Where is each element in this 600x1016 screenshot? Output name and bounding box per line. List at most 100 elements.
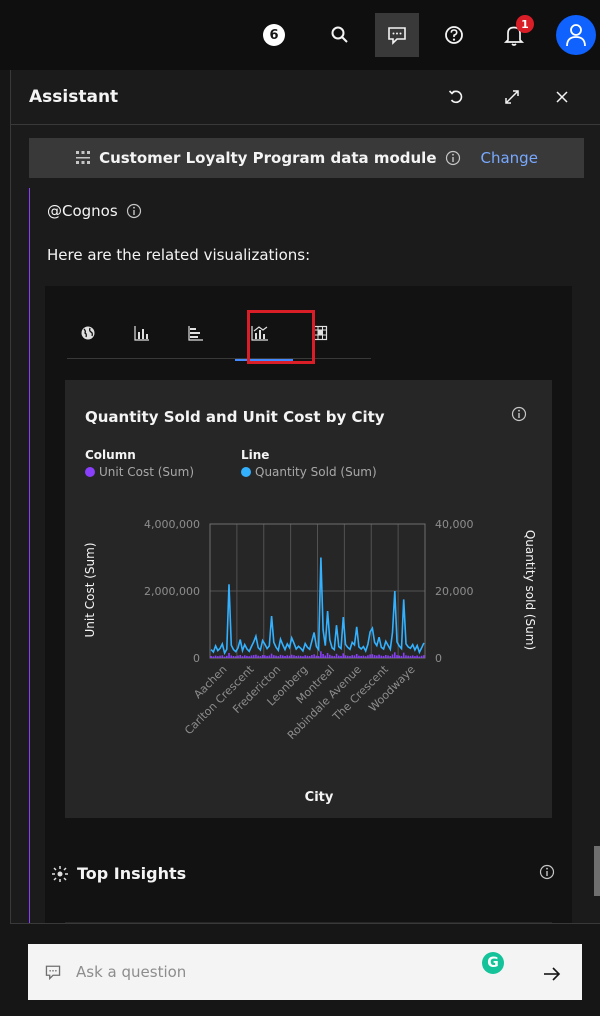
insights-title: Top Insights xyxy=(77,864,187,883)
bar-unit-cost xyxy=(219,655,221,658)
y-tick-label: 0 xyxy=(193,652,200,665)
bar-unit-cost xyxy=(340,655,342,658)
bar-unit-cost xyxy=(324,655,327,658)
reset-button[interactable] xyxy=(443,84,469,110)
bar-unit-cost xyxy=(214,655,217,658)
visualization-card: Quantity Sold and Unit Cost by City Colu… xyxy=(45,286,572,1016)
help-icon xyxy=(445,26,463,44)
assistant-button[interactable] xyxy=(375,13,419,57)
bar-unit-cost xyxy=(342,653,345,658)
send-button[interactable] xyxy=(538,960,566,988)
y2-tick-label: 20,000 xyxy=(435,585,474,598)
bar-unit-cost xyxy=(414,656,416,658)
bar-unit-cost xyxy=(313,654,315,658)
y-tick-label: 2,000,000 xyxy=(144,585,200,598)
bar-unit-cost xyxy=(223,656,226,658)
bar-unit-cost xyxy=(423,655,425,658)
bar-unit-cost xyxy=(393,652,396,658)
x-axis-label: City xyxy=(305,790,334,805)
bar-unit-cost xyxy=(302,656,304,658)
notification-count-button[interactable]: 6 xyxy=(252,13,296,57)
data-module-icon xyxy=(76,151,91,164)
bar-unit-cost xyxy=(385,654,387,658)
bar-unit-cost xyxy=(320,651,322,658)
globe-icon xyxy=(81,326,95,340)
user-icon xyxy=(566,24,586,47)
bar-unit-cost xyxy=(290,654,293,658)
tab-map[interactable] xyxy=(73,318,103,348)
bar-unit-cost xyxy=(387,655,389,658)
bar-unit-cost xyxy=(248,656,250,658)
bar-unit-cost xyxy=(360,655,362,658)
bar-unit-cost xyxy=(371,654,374,658)
bar-unit-cost xyxy=(416,655,418,658)
y-tick-label: 4,000,000 xyxy=(144,518,200,531)
info-icon[interactable] xyxy=(126,203,142,219)
column-chart-icon xyxy=(134,326,149,341)
question-input[interactable] xyxy=(74,962,438,982)
bar-unit-cost xyxy=(349,655,351,658)
bar-unit-cost xyxy=(380,655,383,658)
bar-unit-cost xyxy=(241,656,244,658)
bar-unit-cost xyxy=(317,656,320,658)
sender-name: @Cognos xyxy=(47,202,118,220)
bar-unit-cost xyxy=(322,653,324,658)
notifications-button[interactable]: 1 xyxy=(492,13,536,57)
grammarly-icon[interactable]: G xyxy=(482,952,504,974)
bar-unit-cost xyxy=(232,655,235,658)
close-button[interactable] xyxy=(549,84,575,110)
panel-scrollbar[interactable] xyxy=(594,846,600,896)
close-icon xyxy=(556,91,568,103)
bar-unit-cost xyxy=(382,655,385,658)
panel-title: Assistant xyxy=(29,87,119,107)
expand-button[interactable] xyxy=(499,84,525,110)
tab-column-chart[interactable] xyxy=(127,318,157,348)
bar-unit-cost xyxy=(346,655,349,658)
bar-unit-cost xyxy=(367,655,369,658)
bar-unit-cost xyxy=(418,656,421,658)
data-module-banner: Customer Loyalty Program data module Cha… xyxy=(29,138,584,178)
bar-unit-cost xyxy=(217,656,219,658)
bar-unit-cost xyxy=(239,654,242,658)
bar-unit-cost xyxy=(228,652,230,658)
selected-tab-highlight xyxy=(247,310,315,364)
bar-unit-cost xyxy=(268,655,271,658)
bar-unit-cost xyxy=(344,655,347,658)
tab-bar-chart[interactable] xyxy=(181,318,211,348)
bar-unit-cost xyxy=(264,655,266,658)
bar-unit-cost xyxy=(405,655,407,658)
bar-unit-cost xyxy=(378,654,380,658)
info-icon[interactable] xyxy=(539,864,555,880)
question-footer: G xyxy=(10,923,600,1016)
visualization-tabs xyxy=(67,312,371,361)
chat-icon xyxy=(45,965,61,981)
bar-unit-cost xyxy=(308,655,311,658)
bar-unit-cost xyxy=(221,655,224,658)
bar-unit-cost xyxy=(252,655,255,658)
bar-unit-cost xyxy=(409,655,412,658)
panel-header: Assistant xyxy=(11,70,600,125)
bar-unit-cost xyxy=(243,655,246,658)
data-module-name: Customer Loyalty Program data module xyxy=(99,149,437,167)
bar-unit-cost xyxy=(351,655,353,658)
notification-badge: 1 xyxy=(516,15,534,33)
user-avatar[interactable] xyxy=(556,15,596,55)
bar-unit-cost xyxy=(237,655,239,658)
bar-unit-cost xyxy=(315,655,318,658)
arrow-right-icon xyxy=(544,967,561,981)
chat-icon xyxy=(388,27,406,45)
bar-unit-cost xyxy=(407,655,409,658)
search-button[interactable] xyxy=(318,13,362,57)
info-icon[interactable] xyxy=(445,150,461,166)
help-button[interactable] xyxy=(432,13,476,57)
bar-unit-cost xyxy=(329,654,331,658)
bar-unit-cost xyxy=(411,655,414,658)
change-module-link[interactable]: Change xyxy=(481,149,538,167)
bar-unit-cost xyxy=(266,655,268,658)
bar-unit-cost xyxy=(212,656,215,658)
bar-unit-cost xyxy=(270,653,273,658)
bar-unit-cost xyxy=(402,652,405,658)
top-header-bar: 6 1 xyxy=(0,0,600,70)
combo-chart: 4,000,0002,000,000040,00020,0000AachenCa… xyxy=(83,518,537,805)
bar-unit-cost xyxy=(295,655,298,658)
